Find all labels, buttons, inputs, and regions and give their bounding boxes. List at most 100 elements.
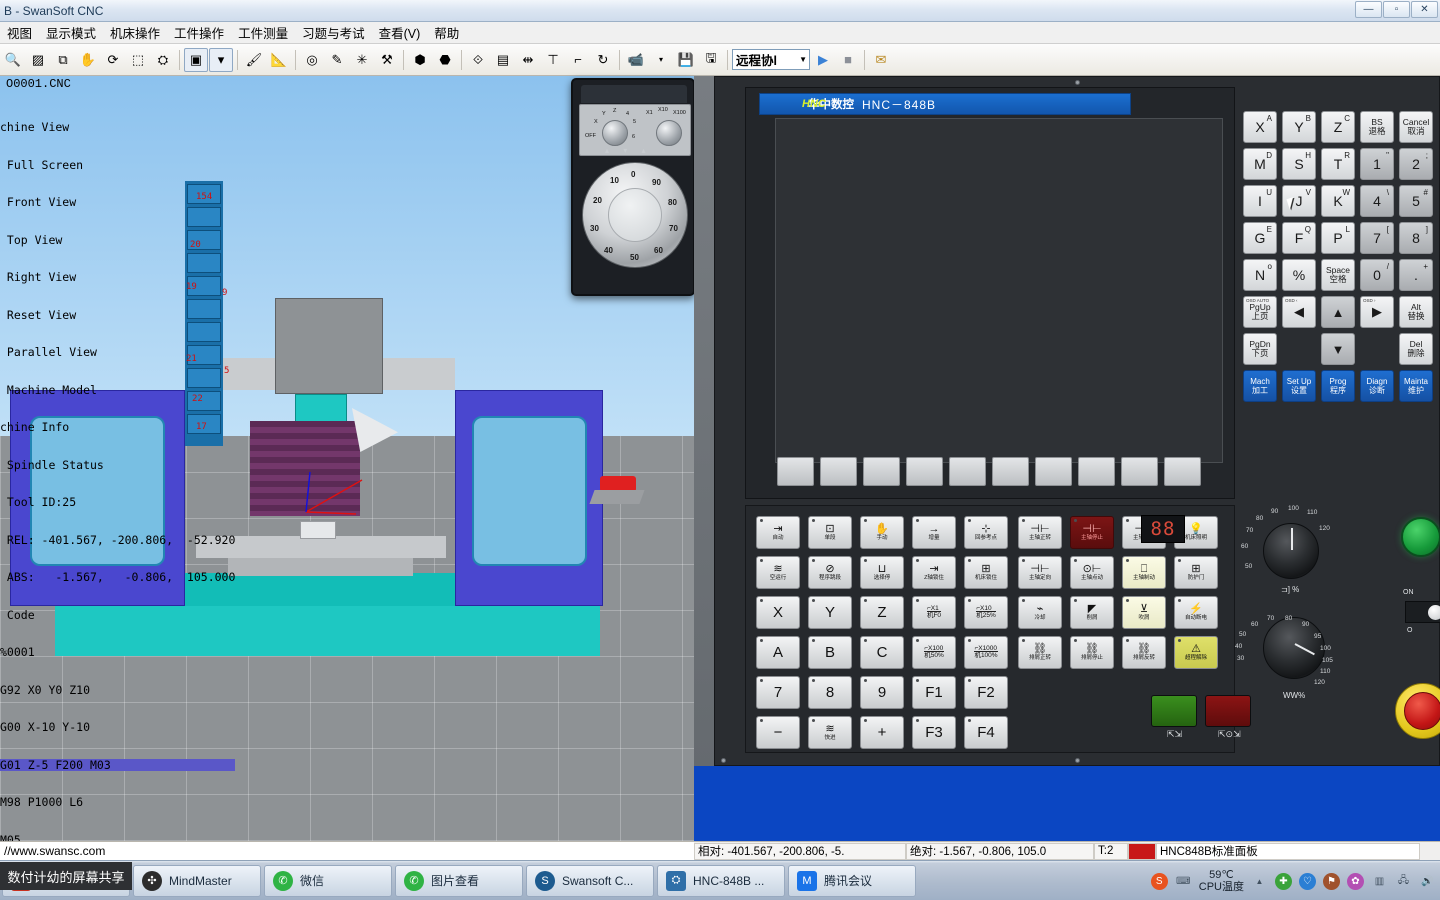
menu-item-machine-op[interactable]: 机床操作 xyxy=(103,21,167,44)
tree-line[interactable]: Right View xyxy=(0,271,235,284)
flower-icon[interactable]: ✿ xyxy=(1347,872,1364,890)
op-z[interactable]: Z xyxy=(860,596,904,629)
softkey-2[interactable] xyxy=(820,456,857,486)
key-cancel[interactable]: Cancel 取消 xyxy=(1399,111,1433,143)
op-a[interactable]: A xyxy=(756,636,800,669)
key-1[interactable]: 1 " xyxy=(1360,148,1394,180)
key-f[interactable]: FQ xyxy=(1282,222,1316,254)
key-t[interactable]: TR xyxy=(1321,148,1355,180)
refresh-icon[interactable]: ↻ xyxy=(591,48,615,72)
menu-item-workpiece-measure[interactable]: 工件测量 xyxy=(231,21,295,44)
multiplier-knob[interactable] xyxy=(656,120,682,146)
softkey-10[interactable] xyxy=(1164,456,1201,486)
remote-assist-combo[interactable]: 远程协l ▼ xyxy=(732,49,810,70)
tree-line-code[interactable]: Code xyxy=(0,608,235,622)
op-回参考点[interactable]: ⊹ 回参考点 xyxy=(964,516,1008,549)
network-icon[interactable]: 🖧 xyxy=(1395,873,1412,890)
op-手动[interactable]: ✋ 手动 xyxy=(860,516,904,549)
minimize-button[interactable]: — xyxy=(1355,1,1382,18)
tree-line-spindle-status[interactable]: Spindle Status xyxy=(0,458,235,472)
security-icon[interactable]: ⚑ xyxy=(1323,872,1340,890)
key-n[interactable]: No xyxy=(1243,259,1277,291)
stop-button[interactable]: ■ xyxy=(836,48,860,72)
softkey-6[interactable] xyxy=(992,456,1029,486)
save-grey-icon[interactable]: 🖫 xyxy=(699,48,723,72)
file-tab[interactable]: O0001.CNC xyxy=(0,76,77,94)
op-机床锁住[interactable]: ⊞ 机床锁住 xyxy=(964,556,1008,589)
key-4[interactable]: 4 \ xyxy=(1360,185,1394,217)
op-f4[interactable]: F4 xyxy=(964,716,1008,749)
menu-item-view[interactable]: 视图 xyxy=(0,21,39,44)
axis-select-knob[interactable] xyxy=(602,120,628,146)
key-switch[interactable] xyxy=(1405,601,1440,623)
key-pgdn[interactable]: PgDn 下页 xyxy=(1243,333,1277,365)
op-增量[interactable]: → 增量 xyxy=(912,516,956,549)
handwheel-hub[interactable] xyxy=(608,188,662,242)
menu-item-help[interactable]: 帮助 xyxy=(427,21,466,44)
op-冷却[interactable]: ⌁ 冷却 xyxy=(1018,596,1062,629)
taskbar-item-image-viewer[interactable]: ✆ 图片查看 xyxy=(395,864,523,897)
softkey-3[interactable] xyxy=(863,456,900,486)
tree-line[interactable]: Top View xyxy=(0,233,235,247)
probe-icon[interactable]: ⊤ xyxy=(541,48,565,72)
key-i[interactable]: IU xyxy=(1243,185,1277,217)
spindle-override-dial[interactable] xyxy=(1263,617,1325,679)
solid-blue-icon[interactable]: ⬢ xyxy=(408,48,432,72)
grey-tool-icon[interactable]: ⟐ xyxy=(466,48,490,72)
softkey-1[interactable] xyxy=(777,456,814,486)
softkey-4[interactable] xyxy=(906,456,943,486)
fkey-diagn[interactable]: Diagn 诊断 xyxy=(1360,370,1394,402)
arrow-right-icon[interactable]: OSD › ▶ xyxy=(1360,296,1394,328)
tree-line[interactable]: chine View xyxy=(0,121,235,134)
op-z轴锁住[interactable]: ⇥ Z轴锁住 xyxy=(912,556,956,589)
key-percent[interactable]: % xyxy=(1282,259,1316,291)
chevron-up-icon[interactable]: ▲ xyxy=(1251,873,1268,890)
op--x100-机50-[interactable]: ⌐X100 机50% xyxy=(912,636,956,669)
workpiece-icon[interactable]: ▣ xyxy=(184,47,208,72)
key-m[interactable]: MD xyxy=(1243,148,1277,180)
cycle-start-button[interactable] xyxy=(1151,695,1197,727)
taskbar-item-hnc[interactable]: ⛭ HNC-848B ... xyxy=(657,864,785,897)
taskbar-item-wechat[interactable]: ✆ 微信 xyxy=(264,864,392,897)
rotate-icon[interactable]: ⟳ xyxy=(101,48,125,72)
key-del[interactable]: Del 删除 xyxy=(1399,333,1433,365)
tool-icon[interactable]: ⚒ xyxy=(375,48,399,72)
fkey-mach[interactable]: Mach 加工 xyxy=(1243,370,1277,402)
op-c[interactable]: C xyxy=(860,636,904,669)
zoom-icon[interactable]: 🔍 xyxy=(1,48,25,72)
op-8[interactable]: 8 xyxy=(808,676,852,709)
coolant-icon[interactable]: ◎ xyxy=(300,48,324,72)
key-s[interactable]: SH xyxy=(1282,148,1316,180)
key-2[interactable]: 2; xyxy=(1399,148,1433,180)
op-7[interactable]: 7 xyxy=(756,676,800,709)
star-icon[interactable]: ✳ xyxy=(350,48,374,72)
op-主轴定向[interactable]: ⊣⊢ 主轴定向 xyxy=(1018,556,1062,589)
maximize-button[interactable]: ▫ xyxy=(1383,1,1410,18)
op-自动[interactable]: ⇥ 自动 xyxy=(756,516,800,549)
key-pgup[interactable]: OSD AUTO PgUp 上页 xyxy=(1243,296,1277,328)
emergency-stop-button[interactable] xyxy=(1395,683,1440,739)
key-k[interactable]: KW xyxy=(1321,185,1355,217)
fkey-prog[interactable]: Prog 程序 xyxy=(1321,370,1355,402)
op-选择停[interactable]: ⊔ 选择停 xyxy=(860,556,904,589)
shield-green-icon[interactable]: ✚ xyxy=(1275,872,1292,890)
op-削屑[interactable]: ◤ 削屑 xyxy=(1070,596,1114,629)
menu-item-workpiece-op[interactable]: 工件操作 xyxy=(167,21,231,44)
op-x[interactable]: X xyxy=(756,596,800,629)
softkey-8[interactable] xyxy=(1078,456,1115,486)
op-主轴正转[interactable]: ⊣⊢ 主轴正转 xyxy=(1018,516,1062,549)
op--[interactable]: − xyxy=(756,716,800,749)
key-dot[interactable]: . + xyxy=(1399,259,1433,291)
softkey-7[interactable] xyxy=(1035,456,1072,486)
select-box-icon[interactable]: ⬚ xyxy=(126,48,150,72)
menu-item-exercises[interactable]: 习题与考试 xyxy=(295,21,372,44)
op--[interactable]: + xyxy=(860,716,904,749)
cycle-stop-button[interactable] xyxy=(1205,695,1251,727)
sogou-icon[interactable]: S xyxy=(1150,872,1168,890)
feed-override-dial[interactable] xyxy=(1263,523,1319,579)
op-b[interactable]: B xyxy=(808,636,852,669)
paint-icon[interactable]: 🖌 xyxy=(242,48,266,72)
op-主轴点动[interactable]: ⊙⊢ 主轴点动 xyxy=(1070,556,1114,589)
solid-cyan-icon[interactable]: ⬣ xyxy=(433,48,457,72)
volume-icon[interactable]: 🔊 xyxy=(1419,873,1436,890)
